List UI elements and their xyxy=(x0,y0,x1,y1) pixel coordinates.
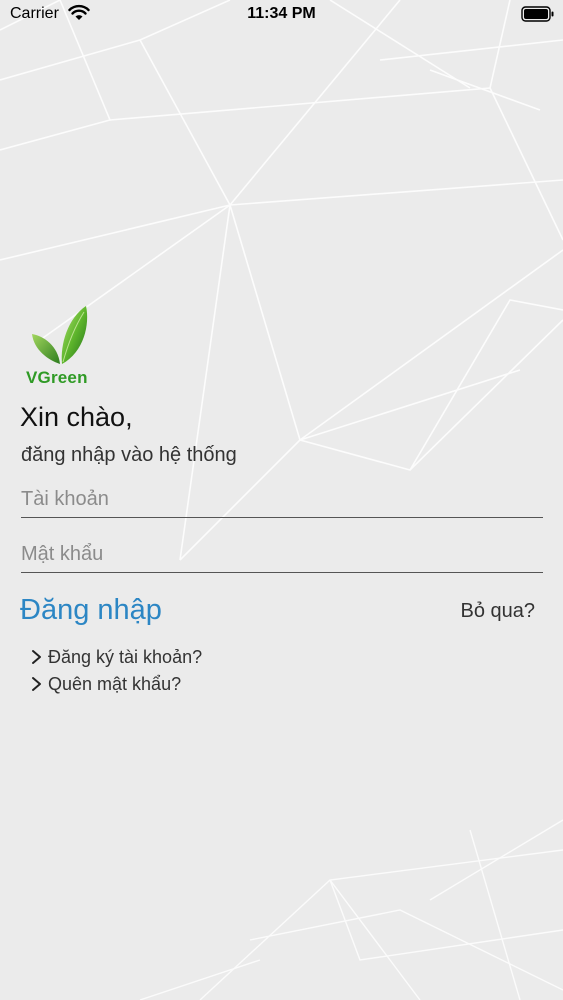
vgreen-logo: VGreen xyxy=(24,304,102,388)
status-time: 11:34 PM xyxy=(247,5,316,22)
register-link-label: Đăng ký tài khoản? xyxy=(48,646,203,667)
username-input[interactable] xyxy=(21,481,543,518)
battery-icon xyxy=(521,6,554,22)
login-button[interactable]: Đăng nhập xyxy=(20,594,162,627)
skip-button[interactable]: Bỏ qua? xyxy=(460,600,535,623)
greeting-subtitle: đăng nhập vào hệ thống xyxy=(21,444,237,466)
forgot-password-link[interactable]: Quên mật khẩu? xyxy=(30,672,181,696)
register-link[interactable]: Đăng ký tài khoản? xyxy=(30,645,202,669)
chevron-right-icon xyxy=(32,650,41,664)
password-input[interactable] xyxy=(21,536,543,573)
status-bar: Carrier 11:34 PM xyxy=(0,0,563,30)
greeting-title: Xin chào, xyxy=(20,402,133,432)
chevron-right-icon xyxy=(32,677,41,691)
logo-text: VGreen xyxy=(26,368,88,387)
forgot-password-label: Quên mật khẩu? xyxy=(48,673,182,694)
leaf-icon xyxy=(32,306,88,364)
